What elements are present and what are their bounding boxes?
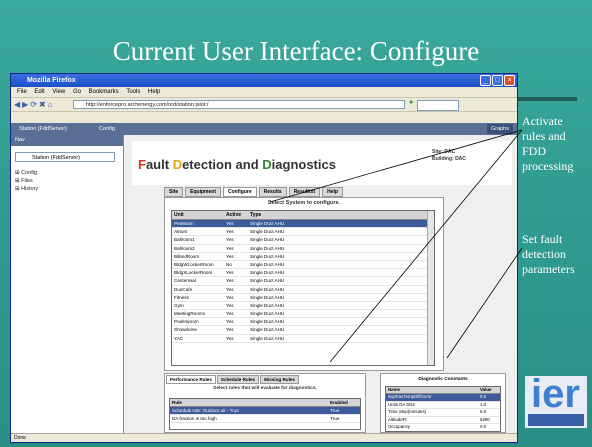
rules-tabs: Performance Rules Schedule Rules Missing… [165,374,365,385]
rules-table-header: Rule Enabled [170,399,360,407]
menu-go[interactable]: Go [73,89,81,95]
diag-table: Name Value SupFanTempDiffAtrAir 0.5 Units … [385,386,501,432]
diag-heading: Diagnostic Constants [418,377,468,382]
logo: ier [525,376,587,428]
table-row[interactable]: Centennial Yes Single Duct AHU [172,277,434,286]
select-system-heading: Select System to configure. [267,200,341,206]
tab-equipment[interactable]: Equipment [185,187,222,197]
rules-heading: Select rules that will evaluate for diag… [213,386,317,391]
table-row[interactable]: Gym Yes Single Duct AHU [172,302,434,311]
diag-row[interactable]: AltitudeFt 5280 [386,417,500,425]
tree-item-files[interactable]: ⊞ Files [15,177,38,185]
diagnostic-constants-panel: Diagnostic Constants Name Value SupFanTe… [380,373,506,433]
app-tab-bar: Station (FddServer) Config Graphs [11,123,517,135]
table-row[interactable]: PenMoon Yes Single Duct AHU [172,220,434,229]
menu-help[interactable]: Help [148,89,160,95]
menu-bar: File Edit View Go Bookmarks Tools Help [11,87,517,97]
table-row[interactable]: BillardRoom Yes Single Duct AHU [172,253,434,261]
tab-config[interactable]: Config [95,123,119,135]
app-title: Fault Detection and Diagnostics [138,157,336,172]
diag-row[interactable]: Time Step(minutes) 5.0 [386,409,500,417]
browser-title: Mozilla Firefox [27,77,76,84]
address-bar[interactable]: http://enforcepro.archenergy.com/ord/sta… [73,100,405,109]
table-row[interactable]: DuoCafe Yes Single Duct AHU [172,286,434,294]
title-underline [515,97,577,101]
tab-resulttxt[interactable]: Resulttxt [288,187,321,197]
nav-header: Nav [11,135,123,146]
table-row[interactable]: Ballroom1 Yes Single Duct AHU [172,236,434,245]
annotation-set-parameters: Set fault detection parameters [522,232,575,276]
diag-row[interactable]: Units DA SD2 1.0 [386,402,500,410]
annotation-activate-rules: Activate rules and FDD processing [522,114,574,173]
menu-view[interactable]: View [52,89,65,95]
menu-bookmarks[interactable]: Bookmarks [89,89,119,95]
rule-row[interactable]: DA fraction is too high True [170,415,360,423]
systems-table-header: Unit Active Type [172,211,434,220]
rule-row[interactable]: Schedule rule: Outdoor air - True True [170,407,360,415]
configure-panel: Select System to configure. Unit Active … [164,197,444,371]
fdd-tabs: Site Equipment Configure Results Resultt… [164,187,343,197]
tab-missing-rules[interactable]: Missing Rules [260,375,299,384]
tab-performance-rules[interactable]: Performance Rules [166,375,216,384]
rules-table: Rule Enabled Schedule rule: Outdoor air … [169,398,361,430]
menu-tools[interactable]: Tools [126,89,140,95]
table-scrollbar[interactable] [427,211,434,365]
menu-edit[interactable]: Edit [34,89,44,95]
rules-panel: Performance Rules Schedule Rules Missing… [164,373,366,433]
tab-station[interactable]: Station (FddServer) [15,123,71,135]
tree-item-config[interactable]: ⊞ Config [15,169,38,177]
table-row[interactable]: MeetingRooms Yes Single Duct AHU [172,310,434,319]
table-row[interactable]: BldgWLockerRoom No Single Duct AHU [172,261,434,270]
table-row[interactable]: YAC Yes Single Duct AHU [172,335,434,343]
browser-window: Mozilla Firefox _ □ × File Edit View Go … [10,73,518,443]
systems-table: Unit Active Type PenMoon Yes Single Duct A… [171,210,435,366]
search-input[interactable] [417,100,459,111]
main-content: Fault Detection and Diagnostics Site: DA… [124,135,517,433]
browser-titlebar: Mozilla Firefox _ □ × [11,74,517,87]
tree-item-history[interactable]: ⊞ History [15,185,38,193]
status-bar: Done [11,433,517,442]
table-row[interactable]: BldgXLockerRoom Yes Single Duct AHU [172,269,434,278]
table-row[interactable]: Atrium Yes Single Duct AHU [172,228,434,237]
slide-title: Current User Interface: Configure [112,36,480,66]
tab-configure[interactable]: Configure [223,187,257,197]
close-icon[interactable]: × [504,75,515,86]
logo-text: ier [531,376,580,416]
table-row[interactable]: Ballroom2 Yes Single Duct AHU [172,245,434,253]
table-row[interactable]: Fitness Yes Single Duct AHU [172,294,434,302]
minimize-icon[interactable]: _ [480,75,491,86]
station-selector[interactable]: Station (FddServer) [15,152,115,162]
maximize-icon[interactable]: □ [492,75,503,86]
tab-help[interactable]: Help [322,187,343,197]
back-forward-icons[interactable]: ◀▶⟳✖⌂ [14,100,55,109]
window-controls: _ □ × [480,75,515,86]
tab-schedule-rules[interactable]: Schedule Rules [216,375,260,384]
go-icon[interactable]: ● [409,99,413,106]
table-row[interactable]: PoolImprom Yes Single Duct AHU [172,318,434,327]
nav-side-panel: Nav Station (FddServer) ⊞ Config ⊞ Files… [11,135,124,433]
tab-graphs[interactable]: Graphs [486,124,513,134]
menu-file[interactable]: File [17,89,27,95]
navigation-toolbar: ◀▶⟳✖⌂ http://enforcepro.archenergy.com/o… [11,97,517,112]
site-info: Site: DAC Building: DAC [432,149,466,162]
tab-results[interactable]: Results [258,187,287,197]
diag-table-header: Name Value [386,387,500,394]
app-header: Fault Detection and Diagnostics Site: DA… [132,141,512,185]
tab-site[interactable]: Site [164,187,184,197]
logo-banner [528,414,584,426]
table-row[interactable]: Showdome Yes Single Duct AHU [172,326,434,335]
nav-tree: ⊞ Config ⊞ Files ⊞ History [15,169,38,193]
diag-row[interactable]: SupFanTempDiffAtrAir 0.5 [386,394,500,402]
diag-row[interactable]: Occupancy 0.0 [386,424,500,431]
